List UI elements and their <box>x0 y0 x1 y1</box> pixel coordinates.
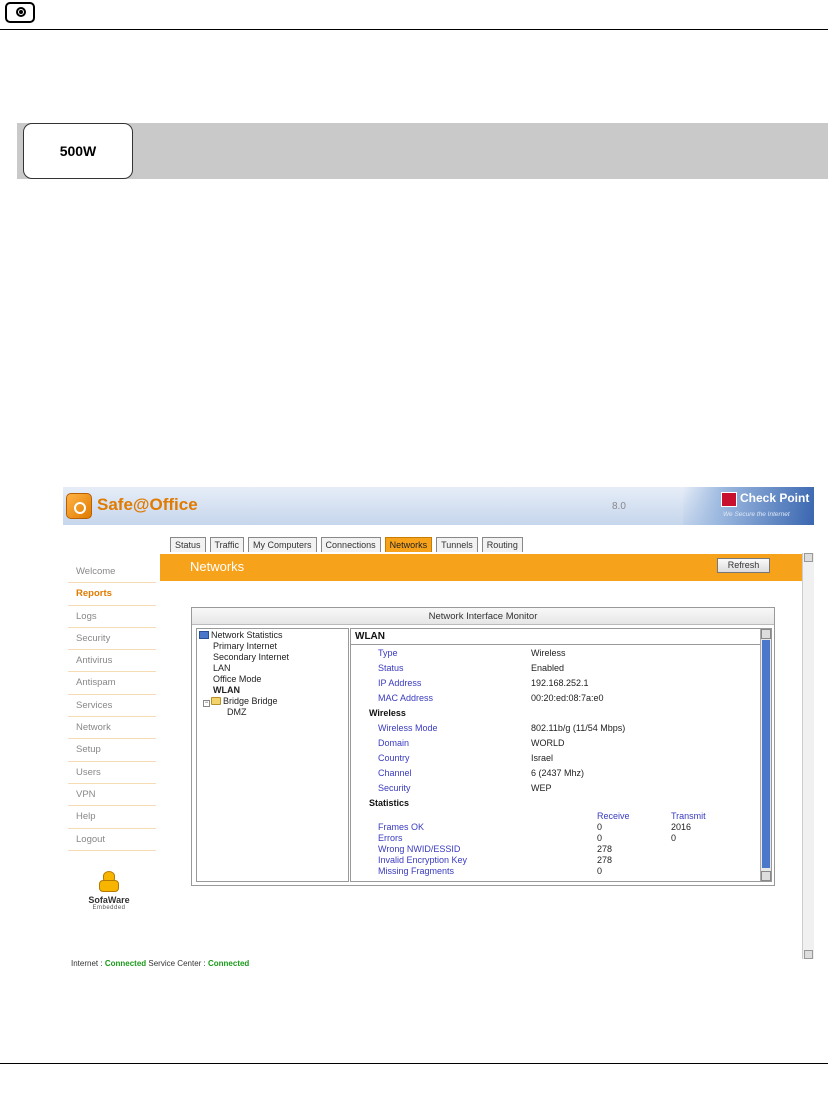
internet-status-value: Connected <box>104 959 147 968</box>
sofaware-mascot-icon <box>97 871 121 893</box>
scroll-up-arrow-icon[interactable] <box>804 553 813 562</box>
sidebar-item-services[interactable]: Services <box>68 695 156 718</box>
detail-value: WEP <box>531 783 552 793</box>
folder-icon <box>211 697 221 705</box>
tree-item-lan[interactable]: LAN <box>199 663 346 674</box>
refresh-button[interactable]: Refresh <box>717 558 770 573</box>
detail-value: 00:20:ed:08:7a:e0 <box>531 693 604 703</box>
detail-value: 802.11b/g (11/54 Mbps) <box>531 723 626 733</box>
sidebar-item-logout[interactable]: Logout <box>68 829 156 851</box>
tree-item-secondary-internet[interactable]: Secondary Internet <box>199 652 346 663</box>
scroll-up-arrow-icon[interactable] <box>761 629 771 639</box>
details-heading: WLAN <box>351 629 771 645</box>
tree-item-wlan[interactable]: WLAN <box>199 685 346 696</box>
tree-root-label: Network Statistics <box>211 630 283 640</box>
collapse-toggle-icon[interactable]: − <box>203 700 210 707</box>
status-bar: Internet : Connected Service Center : Co… <box>71 959 249 968</box>
interface-details: WLAN Type Wireless Status Enabled IP Add… <box>350 628 772 882</box>
sofaware-logo: SofaWare Embedded <box>85 871 133 911</box>
header-rule <box>0 29 828 30</box>
vendor-name: Check Point <box>740 491 810 505</box>
tree-bridge-label: Bridge Bridge <box>223 696 278 706</box>
page-header: Networks Refresh <box>160 554 807 581</box>
tree-item-primary-internet[interactable]: Primary Internet <box>199 641 346 652</box>
app-window: Safe@Office 8.0 Check Point We Secure th… <box>63 487 814 970</box>
monitor-title: Network Interface Monitor <box>192 608 774 625</box>
sofaware-subtitle: Embedded <box>92 905 126 911</box>
page-scrollbar[interactable] <box>802 553 814 959</box>
detail-value: Israel <box>531 753 554 763</box>
tab-status[interactable]: Status <box>170 537 206 552</box>
detail-value: 192.168.252.1 <box>531 678 589 688</box>
app-title: Safe@Office <box>97 495 198 514</box>
tab-my-computers[interactable]: My Computers <box>248 537 317 552</box>
statistics-section-heading: Statistics <box>369 798 410 808</box>
sidebar-item-welcome[interactable]: Welcome <box>68 561 156 584</box>
app-version: 8.0 <box>612 501 626 512</box>
sidebar-item-setup[interactable]: Setup <box>68 739 156 762</box>
stats-transmit: 0 <box>671 833 677 843</box>
tab-routing[interactable]: Routing <box>481 537 523 552</box>
detail-value: Enabled <box>531 663 565 673</box>
model-band <box>17 123 828 179</box>
network-tree: Network Statistics Primary Internet Seco… <box>196 628 349 882</box>
tab-tunnels[interactable]: Tunnels <box>436 537 478 552</box>
model-label: 500W <box>23 123 133 179</box>
page-title: Networks <box>190 559 245 574</box>
sidebar-item-users[interactable]: Users <box>68 762 156 784</box>
sidebar-item-vpn[interactable]: VPN <box>68 784 156 807</box>
detail-key: Security <box>378 783 411 793</box>
detail-key: IP Address <box>378 678 422 688</box>
sidebar-item-antispam[interactable]: Antispam <box>68 672 156 695</box>
sidebar-item-help[interactable]: Help <box>68 806 156 829</box>
sidebar-item-logs[interactable]: Logs <box>68 606 156 628</box>
tree-root[interactable]: Network Statistics <box>199 630 346 641</box>
service-center-status-value: Connected <box>207 959 250 968</box>
tab-connections[interactable]: Connections <box>320 537 381 552</box>
network-icon <box>199 631 209 639</box>
tab-networks[interactable]: Networks <box>384 537 433 552</box>
sidebar-item-antivirus[interactable]: Antivirus <box>68 650 156 673</box>
detail-key: Channel <box>378 768 412 778</box>
detail-value: WORLD <box>531 738 565 748</box>
sofaware-name: SofaWare <box>88 895 130 905</box>
sidebar-item-network[interactable]: Network <box>68 717 156 740</box>
sidebar-item-reports[interactable]: Reports <box>68 583 156 606</box>
sidebar-item-security[interactable]: Security <box>68 628 156 651</box>
wireless-section-heading: Wireless <box>369 708 406 718</box>
scroll-down-arrow-icon[interactable] <box>761 871 771 881</box>
scroll-thumb[interactable] <box>762 640 770 868</box>
details-scrollbar[interactable] <box>760 629 771 881</box>
stats-key: Missing Fragments <box>378 866 455 876</box>
detail-value: 6 (2437 Mhz) <box>531 768 585 778</box>
tree-item-dmz[interactable]: DMZ <box>199 707 346 718</box>
scroll-down-arrow-icon[interactable] <box>804 950 813 959</box>
safe-office-logo-icon <box>66 493 92 519</box>
stats-receive: 0 <box>597 866 603 876</box>
detail-value: Wireless <box>531 648 566 658</box>
vendor-tagline: We Secure the Internet <box>723 511 790 518</box>
detail-key: Type <box>378 648 398 658</box>
check-point-logo-icon <box>721 492 737 507</box>
detail-key: Wireless Mode <box>378 723 438 733</box>
footer-rule <box>0 1063 828 1064</box>
tree-item-office-mode[interactable]: Office Mode <box>199 674 346 685</box>
internet-status-label: Internet : <box>71 959 103 968</box>
detail-key: Country <box>378 753 410 763</box>
app-header: Safe@Office 8.0 Check Point We Secure th… <box>63 487 814 525</box>
detail-key: MAC Address <box>378 693 434 703</box>
tree-item-bridge[interactable]: − Bridge Bridge <box>199 696 346 707</box>
manual-section-icon <box>5 2 35 23</box>
sidebar-nav: Welcome Reports Logs Security Antivirus … <box>68 561 156 851</box>
tab-traffic[interactable]: Traffic <box>209 537 245 552</box>
report-tabs: Status Traffic My Computers Connections … <box>170 537 523 552</box>
detail-key: Status <box>378 663 404 673</box>
network-interface-monitor: Network Interface Monitor Network Statis… <box>191 607 775 886</box>
service-center-status-label: Service Center : <box>148 959 206 968</box>
detail-key: Domain <box>378 738 410 748</box>
